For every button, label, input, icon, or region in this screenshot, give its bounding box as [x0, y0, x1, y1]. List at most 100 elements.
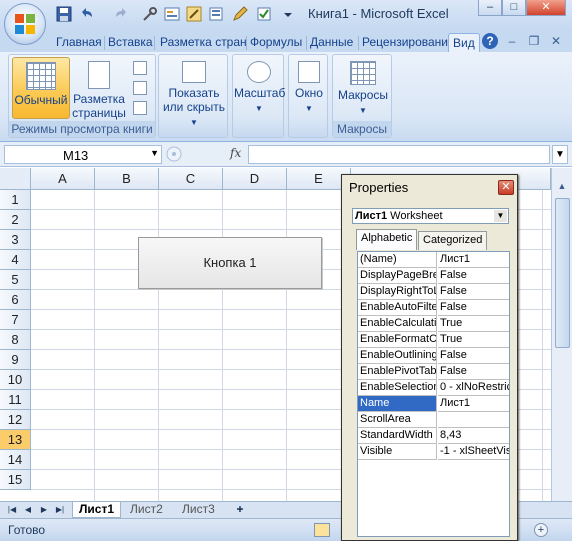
row-header[interactable]: 5: [0, 270, 31, 290]
row-header[interactable]: 2: [0, 210, 31, 230]
row-header[interactable]: 6: [0, 290, 31, 310]
normal-view-button[interactable]: Обычный: [12, 57, 70, 119]
edit-icon[interactable]: [232, 6, 248, 22]
formula-expand-icon[interactable]: ▼: [552, 145, 568, 164]
quick-access-more-icon[interactable]: [282, 6, 298, 22]
property-value[interactable]: -1 - xlSheetVisible: [438, 444, 509, 460]
property-value[interactable]: Лист1: [438, 396, 509, 412]
object-selector[interactable]: Лист1 Worksheet ▼: [352, 208, 509, 224]
maximize-button[interactable]: □: [502, 0, 526, 16]
property-row[interactable]: Visible-1 - xlSheetVisible: [358, 444, 509, 460]
first-sheet-icon[interactable]: |◀: [6, 503, 18, 517]
property-value[interactable]: Лист1: [438, 252, 509, 268]
properties-close-button[interactable]: ✕: [498, 180, 514, 195]
undo-icon[interactable]: [78, 6, 94, 22]
row-header[interactable]: 10: [0, 370, 31, 390]
property-value[interactable]: [438, 412, 509, 428]
property-value[interactable]: False: [438, 300, 509, 316]
row-header[interactable]: 1: [0, 190, 31, 210]
zoom-in-icon[interactable]: +: [534, 523, 548, 537]
row-header[interactable]: 3: [0, 230, 31, 250]
property-row[interactable]: StandardWidth 8,43: [358, 428, 509, 444]
formula-bar-handle-icon[interactable]: [164, 145, 184, 164]
property-row[interactable]: EnableOutlining False: [358, 348, 509, 364]
tab-page-layout[interactable]: Разметка стран: [156, 33, 251, 52]
property-value[interactable]: False: [438, 284, 509, 300]
sheet-form-button[interactable]: Кнопка 1: [138, 237, 322, 289]
chevron-down-icon[interactable]: ▼: [150, 148, 159, 158]
property-value[interactable]: 8,43: [438, 428, 509, 444]
property-value[interactable]: False: [438, 348, 509, 364]
office-button[interactable]: [4, 3, 46, 45]
name-box[interactable]: M13 ▼: [4, 145, 162, 164]
row-header-selected[interactable]: 13: [0, 430, 31, 450]
prev-sheet-icon[interactable]: ◀: [22, 503, 34, 517]
property-row[interactable]: EnableCalculationTrue: [358, 316, 509, 332]
property-row[interactable]: EnablePivotTable False: [358, 364, 509, 380]
row-header[interactable]: 8: [0, 330, 31, 350]
ribbon-minimize-icon[interactable]: –: [504, 33, 520, 49]
tab-view[interactable]: Вид: [448, 33, 480, 52]
row-header[interactable]: 4: [0, 250, 31, 270]
checkbox-icon[interactable]: [256, 6, 272, 22]
column-header[interactable]: D: [223, 168, 287, 190]
tab-home[interactable]: Главная: [52, 33, 106, 52]
insert-function-button[interactable]: fx: [230, 146, 241, 160]
property-row[interactable]: (Name) Лист1: [358, 252, 509, 268]
property-row[interactable]: EnableFormatConditionsCalculationTrue: [358, 332, 509, 348]
property-value[interactable]: True: [438, 332, 509, 348]
form-icon[interactable]: [164, 6, 180, 22]
insert-sheet-icon[interactable]: ✚: [232, 503, 248, 517]
property-value[interactable]: False: [438, 364, 509, 380]
vertical-scrollbar[interactable]: ▲: [551, 168, 572, 501]
column-header[interactable]: A: [31, 168, 95, 190]
show-hide-button[interactable]: Показать или скрыть ▼: [161, 57, 227, 135]
sheet-tab-1[interactable]: Лист1: [72, 502, 122, 518]
full-screen-icon[interactable]: [133, 101, 147, 115]
design-mode-icon[interactable]: [186, 6, 202, 22]
property-value[interactable]: 0 - xlNoRestrictions: [438, 380, 509, 396]
formula-input[interactable]: [248, 145, 550, 164]
tab-categorized[interactable]: Categorized: [418, 231, 488, 250]
row-header[interactable]: 11: [0, 390, 31, 410]
close-button[interactable]: ✕: [526, 0, 566, 16]
column-header[interactable]: C: [159, 168, 223, 190]
property-row[interactable]: DisplayPageBreaksFalse: [358, 268, 509, 284]
select-all-corner[interactable]: [0, 168, 31, 190]
ribbon-restore-icon[interactable]: ❐: [526, 33, 542, 49]
row-header[interactable]: 9: [0, 350, 31, 370]
last-sheet-icon[interactable]: ▶|: [54, 503, 66, 517]
property-row-selected[interactable]: Name Лист1: [358, 396, 509, 412]
zoom-button[interactable]: Масштаб ▼: [234, 57, 285, 135]
sheet-tab-3[interactable]: Лист3: [176, 502, 221, 518]
property-row[interactable]: DisplayRightToLeftFalse: [358, 284, 509, 300]
tab-alphabetic[interactable]: Alphabetic: [356, 229, 418, 250]
property-row[interactable]: ScrollArea: [358, 412, 509, 428]
custom-views-icon[interactable]: [133, 81, 147, 95]
column-header[interactable]: B: [95, 168, 159, 190]
tab-data[interactable]: Данные: [306, 33, 357, 52]
row-header[interactable]: 7: [0, 310, 31, 330]
property-row[interactable]: EnableSelection0 - xlNoRestrictions: [358, 380, 509, 396]
property-row[interactable]: EnableAutoFilter False: [358, 300, 509, 316]
row-header[interactable]: 12: [0, 410, 31, 430]
window-button[interactable]: Окно ▼: [290, 57, 328, 135]
page-break-preview-icon[interactable]: [133, 61, 147, 75]
tab-review[interactable]: Рецензировани: [358, 33, 452, 52]
property-value[interactable]: True: [438, 316, 509, 332]
ribbon-close-icon[interactable]: ✕: [548, 33, 564, 49]
scroll-up-icon[interactable]: ▲: [554, 178, 570, 194]
row-header[interactable]: 15: [0, 470, 31, 490]
minimize-button[interactable]: –: [478, 0, 502, 16]
page-layout-button[interactable]: Разметка страницы: [71, 57, 127, 120]
macros-button[interactable]: Макросы ▼: [335, 57, 391, 119]
properties-title-bar[interactable]: Properties ✕: [342, 175, 517, 199]
sheet-tab-2[interactable]: Лист2: [124, 502, 169, 518]
tools-icon[interactable]: [142, 6, 158, 22]
redo-icon[interactable]: [114, 6, 130, 22]
row-header[interactable]: 14: [0, 450, 31, 470]
help-icon[interactable]: ?: [482, 33, 498, 49]
property-value[interactable]: False: [438, 268, 509, 284]
tab-insert[interactable]: Вставка: [104, 33, 157, 52]
save-icon[interactable]: [56, 6, 72, 22]
